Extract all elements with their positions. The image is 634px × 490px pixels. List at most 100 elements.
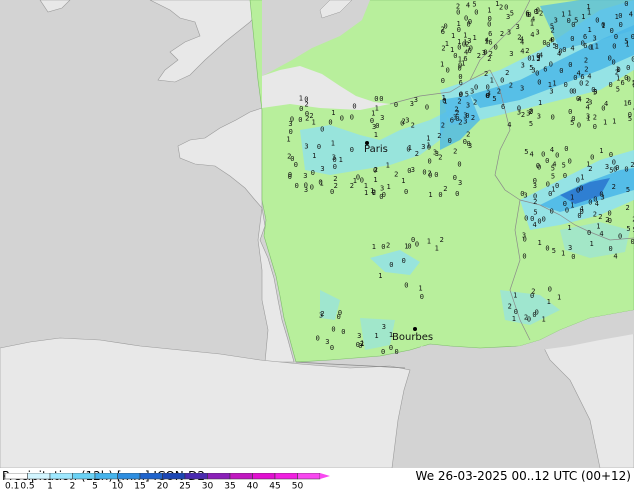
precip-value: 3 <box>380 114 384 122</box>
legend-swatch <box>229 473 253 480</box>
precip-value: 0 <box>608 209 612 217</box>
precip-value: 2 <box>411 121 415 129</box>
precip-value: 3 <box>586 112 590 120</box>
precip-value: 4 <box>552 160 556 168</box>
precip-value: 0 <box>577 121 581 129</box>
precip-value: 2 <box>374 166 378 174</box>
precip-value: 1 <box>586 3 590 11</box>
precip-value: 0 <box>563 172 567 180</box>
precip-value: 0 <box>581 40 585 48</box>
precip-value: 3 <box>520 84 524 92</box>
precip-value: 3 <box>537 112 541 120</box>
precip-value: 2 <box>466 131 470 139</box>
precip-value: 1 <box>561 249 565 257</box>
precip-value: 0 <box>316 334 320 342</box>
precip-value: 0 <box>593 123 597 131</box>
legend-tick: 35 <box>224 482 235 490</box>
precip-value: 0 <box>333 163 337 171</box>
precip-value: 0 <box>504 3 508 11</box>
legend-tick: 1 <box>47 482 53 490</box>
precip-value: 4 <box>466 2 470 10</box>
precip-value: 1 <box>581 13 585 21</box>
precip-value: 6 <box>488 30 492 38</box>
precip-value: 5 <box>524 148 528 156</box>
precip-value: 4 <box>599 230 603 238</box>
precip-value: 0 <box>474 84 478 92</box>
precip-value: 0 <box>550 207 554 215</box>
precip-value: 2 <box>612 183 616 191</box>
precip-value: 0 <box>458 61 462 69</box>
precip-value: 2 <box>415 150 419 158</box>
precip-value: 6 <box>488 39 492 47</box>
precip-value: 0 <box>441 77 445 85</box>
precip-value: 3 <box>588 99 592 107</box>
precip-value: 2 <box>484 70 488 78</box>
legend-tick: 0.1 <box>5 482 19 490</box>
precip-value: 1 <box>538 239 542 247</box>
precip-value: 3 <box>506 13 510 21</box>
precip-value: 0 <box>618 233 622 241</box>
precip-value: 0 <box>551 36 555 44</box>
precip-value: 1 <box>375 104 379 112</box>
precip-value: 3 <box>414 96 418 104</box>
precip-value: 4 <box>629 10 633 18</box>
precip-value: 0 <box>370 117 374 125</box>
precip-value: 0 <box>298 116 302 124</box>
precip-value: 0 <box>545 157 549 165</box>
precip-value: 0 <box>404 282 408 290</box>
precip-value: 0 <box>448 137 452 145</box>
legend-swatch <box>274 473 298 480</box>
precip-value: 5 <box>465 90 469 98</box>
precip-value: 3 <box>405 116 409 124</box>
precip-value: 5 <box>593 88 597 96</box>
precip-value: 0 <box>331 326 335 334</box>
precip-value: 0 <box>609 81 613 89</box>
precip-value: 0 <box>545 244 549 252</box>
precip-value: 0 <box>317 143 321 151</box>
precip-value: 2 <box>524 313 528 321</box>
legend-swatch <box>72 473 96 480</box>
precip-value: 1 <box>286 136 290 144</box>
precip-value: 1 <box>299 95 303 103</box>
precip-value: 0 <box>537 218 541 226</box>
precip-value: 1 <box>418 285 422 293</box>
precip-value: 0 <box>573 74 577 82</box>
precip-value: 0 <box>294 161 298 169</box>
precip-value: 0 <box>382 191 386 199</box>
precip-value: 4 <box>570 44 574 52</box>
precip-value: 3 <box>421 143 425 151</box>
precip-value: 2 <box>287 152 291 160</box>
precip-value: 0 <box>457 26 461 34</box>
precip-value: 0 <box>619 21 623 29</box>
precip-value: 4 <box>539 51 543 59</box>
precip-value: 2 <box>437 132 441 140</box>
precip-value: 1 <box>588 26 592 34</box>
precip-value: 0 <box>522 252 526 260</box>
precip-value: 0 <box>612 159 616 167</box>
precip-value: 1 <box>580 173 584 181</box>
legend-ticks: 0.1 0.5 1 2 5 10 15 20 25 30 35 40 45 50 <box>5 482 303 490</box>
legend-arrow <box>320 473 330 479</box>
precip-value: 0 <box>609 245 613 253</box>
precip-value: 0 <box>541 150 545 158</box>
precip-value: 0 <box>587 229 591 237</box>
precip-value: 3 <box>536 29 540 37</box>
precip-value: 6 <box>580 73 584 81</box>
precip-value: 0 <box>549 60 553 68</box>
precip-value: 3 <box>319 312 323 320</box>
precip-value: 1 <box>312 152 316 160</box>
precip-value: 2 <box>505 69 509 77</box>
precip-value: 0 <box>374 95 378 103</box>
precip-value: 0 <box>422 168 426 176</box>
precip-value: 1 <box>603 118 607 126</box>
precip-value: 3 <box>320 165 324 173</box>
precip-value: 1 <box>547 298 551 306</box>
precip-value: 5 <box>472 0 476 8</box>
precip-value: 1 <box>451 32 455 40</box>
precip-value: 0 <box>565 207 569 215</box>
legend-tick: 50 <box>292 482 304 490</box>
precip-value: 0 <box>571 115 575 123</box>
legend-swatch <box>49 473 73 480</box>
legend-tick: 0.5 <box>20 482 34 490</box>
precip-value: 5 <box>529 120 533 128</box>
